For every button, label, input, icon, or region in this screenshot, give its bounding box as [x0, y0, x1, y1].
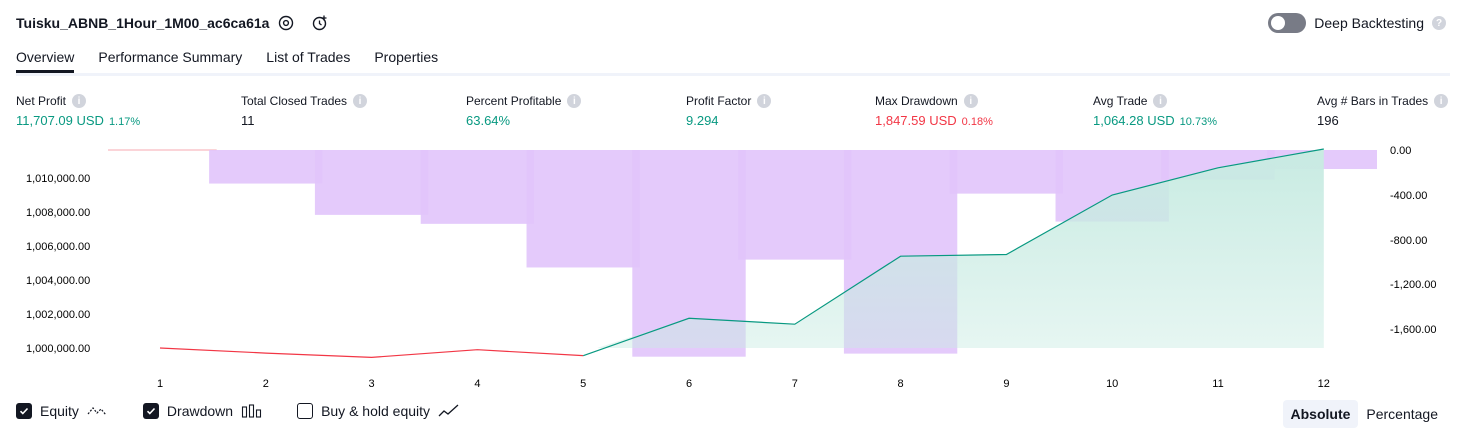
metric-value: 11,707.09 USD	[16, 113, 104, 128]
deep-backtesting-label: Deep Backtesting	[1314, 15, 1424, 31]
x-axis-label: 3	[369, 378, 375, 390]
absolute-button[interactable]: Absolute	[1282, 400, 1359, 428]
info-icon[interactable]: i	[1434, 94, 1449, 108]
left-axis-label: 1,000,000.00	[26, 343, 90, 355]
drawdown-bar	[209, 150, 323, 184]
tab-properties[interactable]: Properties	[374, 49, 438, 73]
right-axis-label: -1,600.00	[1390, 324, 1436, 336]
metric-avg-trade: Avg Trade i 1,064.28 USD 10.73%	[1093, 94, 1217, 128]
percentage-button[interactable]: Percentage	[1358, 400, 1446, 428]
equity-line-negative	[159, 347, 584, 358]
deep-backtesting-control: Deep Backtesting ?	[1268, 13, 1446, 33]
drawdown-checkbox[interactable]	[142, 403, 159, 419]
tab-divider	[16, 73, 1450, 76]
metric-value: 63.64%	[466, 113, 511, 128]
metric-profit-factor: Profit Factor i 9.294	[686, 94, 772, 128]
tab-bar: Overview Performance Summary List of Tra…	[16, 49, 438, 73]
drawdown-bar	[526, 150, 640, 268]
metric-label: Percent Profitable	[466, 94, 562, 108]
x-axis-label: 2	[263, 378, 269, 390]
metric-value: 1,847.59 USD	[875, 113, 957, 128]
x-axis-label: 9	[1003, 378, 1009, 390]
right-axis-label: 0.00	[1390, 145, 1411, 157]
tab-overview[interactable]: Overview	[16, 49, 75, 73]
info-icon[interactable]: i	[353, 94, 368, 108]
metric-net-profit: Net Profit i 11,707.09 USD 1.17%	[16, 94, 140, 128]
left-axis-label: 1,010,000.00	[26, 173, 90, 185]
legend-buy-hold[interactable]: Buy & hold equity	[297, 403, 460, 419]
info-icon[interactable]: i	[567, 94, 582, 108]
x-axis-label: 11	[1212, 378, 1223, 390]
x-axis-label: 4	[474, 378, 480, 390]
legend-equity-label: Equity	[40, 403, 79, 419]
info-icon[interactable]: i	[72, 94, 87, 108]
drawdown-bars-icon	[242, 404, 262, 418]
drawdown-bar	[949, 150, 1064, 194]
x-axis-label: 1	[157, 378, 163, 390]
drawdown-bar	[420, 150, 535, 224]
metric-max-drawdown: Max Drawdown i 1,847.59 USD 0.18%	[875, 94, 993, 128]
buy-hold-line-icon	[438, 404, 459, 417]
chart-legend: Equity Drawdown Buy & hold equity	[16, 403, 494, 419]
right-axis-label: -1,200.00	[1390, 279, 1436, 291]
metric-label: Total Closed Trades	[241, 94, 348, 108]
metric-avg-bars: Avg # Bars in Trades i 196	[1317, 94, 1449, 128]
x-axis-label: 12	[1318, 378, 1330, 390]
drawdown-bar	[738, 150, 852, 260]
metric-label: Max Drawdown	[875, 94, 958, 108]
legend-drawdown[interactable]: Drawdown	[142, 403, 263, 419]
metric-percent: 10.73%	[1179, 116, 1217, 128]
info-icon[interactable]: i	[757, 94, 772, 108]
x-axis-label: 5	[580, 378, 586, 390]
left-axis-label: 1,002,000.00	[26, 309, 90, 321]
metric-label: Net Profit	[16, 94, 67, 108]
info-icon[interactable]: i	[963, 94, 978, 108]
equity-checkbox[interactable]	[16, 403, 32, 419]
left-axis-label: 1,008,000.00	[26, 207, 90, 219]
metric-percent: 0.18%	[961, 116, 993, 128]
metric-label: Avg # Bars in Trades	[1317, 94, 1429, 108]
x-axis-label: 8	[898, 378, 904, 390]
help-icon[interactable]: ?	[1432, 16, 1446, 30]
equity-drawdown-chart[interactable]: 1,010,000.00 1,008,000.00 1,006,000.00 1…	[0, 140, 1466, 400]
metric-value: 9.294	[686, 113, 719, 128]
x-axis: 1 2 3 4 5 6 7 8 9 10 11 12	[157, 378, 1330, 390]
metric-value: 11	[241, 113, 255, 128]
metric-value: 1,064.28 USD	[1093, 113, 1175, 128]
metric-total-closed-trades: Total Closed Trades i 11	[241, 94, 368, 128]
strategy-title: Tuisku_ABNB_1Hour_1M00_ac6ca61a	[16, 15, 270, 31]
view-mode-switch: Absolute Percentage	[1282, 400, 1447, 428]
legend-buy-hold-label: Buy & hold equity	[321, 403, 431, 419]
tab-performance-summary[interactable]: Performance Summary	[98, 49, 242, 73]
deep-backtesting-toggle[interactable]	[1268, 13, 1307, 33]
left-axis-label: 1,006,000.00	[26, 241, 90, 253]
metric-percent-profitable: Percent Profitable i 63.64%	[466, 94, 582, 128]
left-axis-label: 1,004,000.00	[26, 275, 90, 287]
settings-gear-icon[interactable]	[276, 13, 296, 33]
drawdown-bar	[314, 150, 429, 215]
metric-label: Profit Factor	[686, 94, 752, 108]
legend-equity[interactable]: Equity	[16, 403, 109, 419]
x-axis-label: 6	[686, 378, 692, 390]
equity-line-icon	[87, 407, 107, 416]
metric-label: Avg Trade	[1093, 94, 1148, 108]
metric-value: 196	[1317, 113, 1339, 128]
tab-list-of-trades[interactable]: List of Trades	[266, 49, 350, 73]
buy-hold-checkbox[interactable]	[297, 403, 314, 419]
add-alert-icon[interactable]	[310, 13, 330, 33]
info-icon[interactable]: i	[1153, 94, 1168, 108]
x-axis-label: 10	[1106, 378, 1118, 390]
right-axis-label: -400.00	[1390, 190, 1427, 202]
metric-percent: 1.17%	[108, 116, 141, 128]
legend-drawdown-label: Drawdown	[166, 403, 234, 419]
x-axis-label: 7	[792, 378, 798, 390]
right-axis-label: -800.00	[1390, 235, 1427, 247]
